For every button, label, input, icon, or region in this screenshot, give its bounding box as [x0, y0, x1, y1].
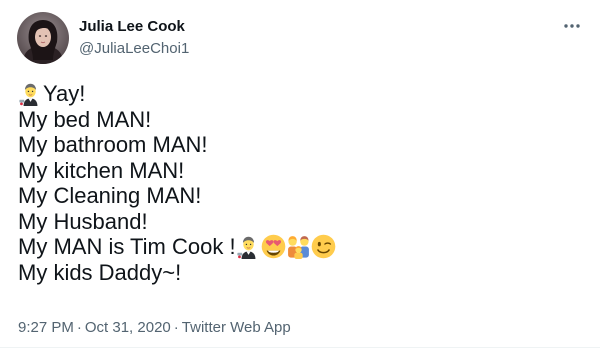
tweet-line-text: My bed MAN!	[18, 106, 152, 132]
tweet-metadata: 9:27 PM · Oct 31, 2020 · Twitter Web App	[18, 318, 291, 338]
tweet-line: My Cleaning MAN!	[18, 183, 578, 209]
tweet-line: My bathroom MAN!	[18, 132, 578, 158]
more-options-button[interactable]	[562, 16, 582, 36]
meta-separator: ·	[76, 319, 82, 336]
tweet-line: My kids Daddy~!	[18, 260, 578, 286]
tweet-line: My kitchen MAN!	[18, 158, 578, 184]
tweet-source-link[interactable]: Twitter Web App	[182, 319, 291, 336]
tweet-line: My MAN is Tim Cook !	[18, 234, 578, 260]
tweet-line-text: My Husband!	[18, 208, 148, 234]
tweet-line-text: My kitchen MAN!	[18, 157, 185, 183]
author-display-name[interactable]: Julia Lee Cook	[79, 18, 189, 36]
tweet-line-text: Yay!	[43, 81, 86, 106]
tweet-line-text: My MAN is Tim Cook !	[18, 234, 236, 259]
author-block: Julia Lee Cook @JuliaLeeChoi1	[79, 18, 189, 59]
tweet-date[interactable]: Oct 31, 2020	[85, 319, 171, 336]
tweet-line-text: My kids Daddy~!	[18, 259, 182, 285]
family-icon	[286, 234, 311, 259]
tweet-line-text: My bathroom MAN!	[18, 132, 208, 157]
tweet-text: Yay! My bed MAN! My bathroom MAN! My kit…	[18, 81, 578, 285]
divider	[0, 347, 600, 348]
avatar[interactable]	[17, 12, 69, 64]
tweet-line: My bed MAN!	[18, 107, 578, 133]
tweet-line: Yay!	[18, 81, 578, 107]
meta-separator: ·	[173, 319, 179, 336]
tweet-line-text: My Cleaning MAN!	[18, 183, 202, 208]
author-handle[interactable]: @JuliaLeeChoi1	[79, 39, 189, 59]
man-technologist-icon	[18, 81, 43, 106]
tweet-time[interactable]: 9:27 PM	[18, 319, 74, 336]
tweet-line: My Husband!	[18, 209, 578, 235]
winking-face-icon	[311, 234, 336, 259]
tweet-card: Julia Lee Cook @JuliaLeeChoi1 Yay! My be…	[0, 0, 600, 350]
man-technologist-icon	[236, 234, 261, 259]
ellipsis-icon	[564, 24, 580, 28]
heart-eyes-icon	[261, 234, 286, 259]
